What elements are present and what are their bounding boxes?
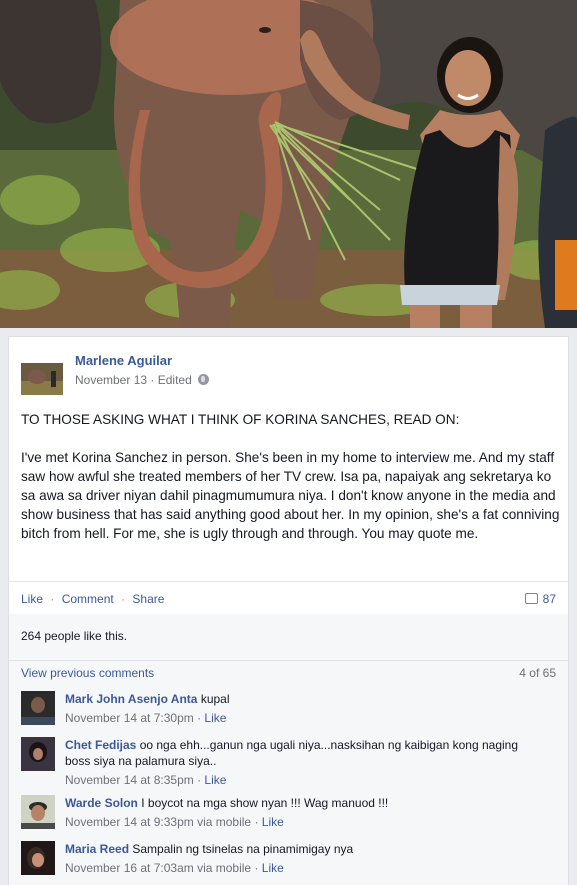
separator: · bbox=[121, 592, 126, 606]
comment-count-value: 87 bbox=[542, 592, 556, 606]
share-button[interactable]: Share bbox=[132, 592, 164, 606]
divider bbox=[9, 660, 568, 661]
comments-section: 264 people like this. View previous comm… bbox=[9, 614, 568, 885]
globe-icon[interactable] bbox=[198, 374, 210, 385]
commenter-name-link[interactable]: Mark John Asenjo Anta bbox=[65, 692, 197, 706]
commenter-avatar[interactable] bbox=[21, 691, 55, 725]
commenter-name-link[interactable]: Chet Fedijas bbox=[65, 738, 136, 752]
commenter-avatar[interactable] bbox=[21, 737, 55, 771]
post-paragraph: TO THOSE ASKING WHAT I THINK OF KORINA S… bbox=[21, 412, 460, 427]
comment-page-count: 4 of 65 bbox=[519, 666, 556, 680]
like-button[interactable]: Like bbox=[21, 592, 43, 606]
comment-meta: November 14 at 7:30pm · Like bbox=[65, 711, 227, 725]
author-name-link[interactable]: Marlene Aguilar bbox=[75, 353, 172, 368]
comment-meta: November 14 at 9:33pm via mobile · Like bbox=[65, 815, 284, 829]
comment-button[interactable]: Comment bbox=[62, 592, 114, 606]
comment-like-button[interactable]: Like bbox=[262, 815, 284, 829]
comment-meta: November 14 at 8:35pm · Like bbox=[65, 773, 227, 787]
commenter-name-link[interactable]: Warde Solon bbox=[65, 796, 138, 810]
commenter-avatar[interactable] bbox=[21, 841, 55, 875]
comment-via: via mobile bbox=[193, 815, 252, 829]
comment-text: Sampalin ng tsinelas na pinamimigay nya bbox=[132, 842, 354, 856]
commenter-avatar[interactable] bbox=[21, 795, 55, 829]
comment-count-link[interactable]: 87 bbox=[524, 592, 556, 606]
view-previous-comments-link[interactable]: View previous comments bbox=[21, 666, 154, 680]
comment-text: kupal bbox=[200, 692, 230, 706]
comment-via: via mobile bbox=[193, 861, 252, 875]
author-avatar[interactable] bbox=[21, 363, 63, 395]
comment-like-button[interactable]: Like bbox=[204, 773, 226, 787]
post-card: Marlene Aguilar November 13 · Edited TO … bbox=[8, 336, 569, 885]
comment-time[interactable]: November 14 at 9:33pm bbox=[65, 815, 194, 829]
action-bar: Like · Comment · Share 87 bbox=[9, 581, 568, 614]
post-body: TO THOSE ASKING WHAT I THINK OF KORINA S… bbox=[21, 410, 561, 562]
comment-time[interactable]: November 14 at 8:35pm bbox=[65, 773, 194, 787]
post-paragraph: I've met Korina Sanchez in person. She's… bbox=[21, 450, 560, 541]
likes-summary[interactable]: 264 people like this. bbox=[21, 629, 127, 643]
post-date-link[interactable]: November 13 bbox=[75, 373, 147, 387]
commenter-name-link[interactable]: Maria Reed bbox=[65, 842, 129, 856]
comment-text: I boycot na mga show nyan !!! Wag manuod… bbox=[141, 796, 389, 810]
comment-time[interactable]: November 16 at 7:03am bbox=[65, 861, 194, 875]
separator: · bbox=[50, 592, 55, 606]
comment-time[interactable]: November 14 at 7:30pm bbox=[65, 711, 194, 725]
comment-icon bbox=[524, 593, 538, 604]
comment-like-button[interactable]: Like bbox=[262, 861, 284, 875]
post-meta: November 13 · Edited bbox=[75, 373, 210, 387]
post-photo[interactable] bbox=[0, 0, 577, 328]
elephant-photo-image bbox=[0, 0, 577, 328]
comment-like-button[interactable]: Like bbox=[204, 711, 226, 725]
edited-label[interactable]: · Edited bbox=[150, 373, 191, 387]
comment-meta: November 16 at 7:03am via mobile · Like bbox=[65, 861, 284, 875]
